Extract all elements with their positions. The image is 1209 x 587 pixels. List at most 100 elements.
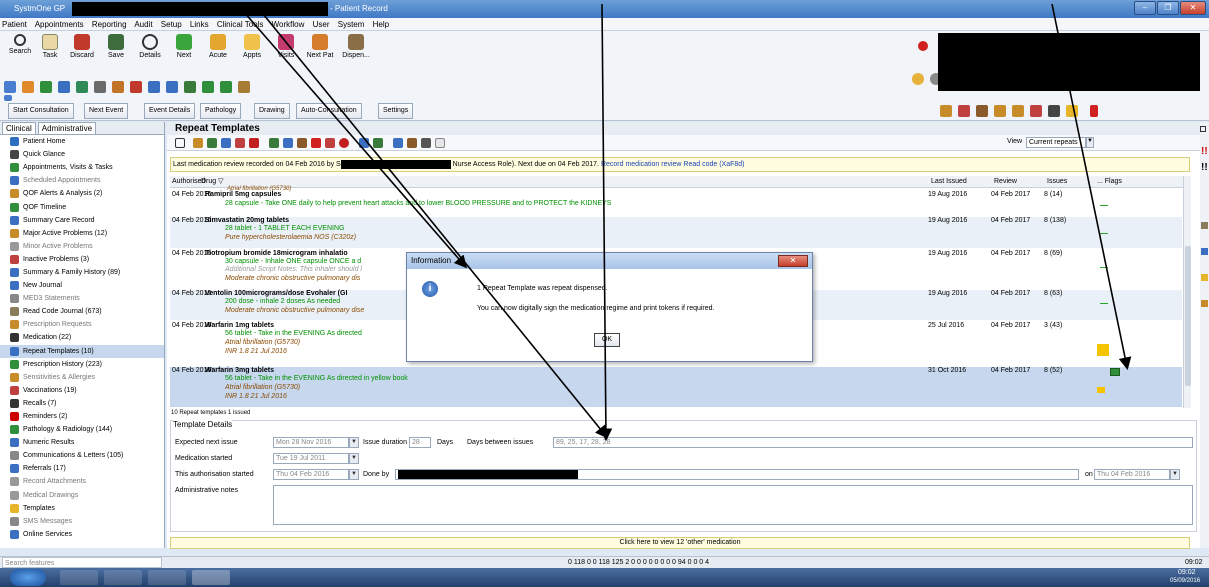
tab-clinical[interactable]: Clinical: [2, 122, 36, 134]
menu-workflow[interactable]: Workflow: [272, 20, 305, 29]
col-last-issued[interactable]: Last Issued: [931, 176, 967, 188]
sidebar-item[interactable]: New Journal: [0, 279, 164, 292]
small-toolbar-icon[interactable]: [112, 81, 124, 93]
sidebar-item[interactable]: Pathology & Radiology (144): [0, 423, 164, 436]
menu-help[interactable]: Help: [373, 20, 389, 29]
tab-pathology[interactable]: Pathology: [200, 103, 242, 119]
small-toolbar-icon[interactable]: [40, 81, 52, 93]
sidebar-item[interactable]: QOF Alerts & Analysis (2): [0, 187, 164, 200]
alert-icon[interactable]: [918, 41, 928, 51]
sidebar-item[interactable]: QOF Timeline: [0, 200, 164, 213]
small-toolbar-icon[interactable]: [4, 81, 16, 93]
menu-patient[interactable]: Patient: [2, 20, 27, 29]
tool-icon[interactable]: [1012, 105, 1024, 117]
next-patient-button[interactable]: Next Pat: [300, 31, 340, 59]
menu-audit[interactable]: Audit: [134, 20, 152, 29]
sidebar-item[interactable]: Medication (22): [0, 331, 164, 344]
start-button[interactable]: [10, 569, 46, 586]
chevron-down-icon[interactable]: ▼: [349, 437, 359, 448]
table-row-selected[interactable]: 04 Feb 2016 Warfarin 3mg tablets 56 tabl…: [170, 367, 1182, 407]
tool-icon[interactable]: [976, 105, 988, 117]
tool-icon[interactable]: [207, 138, 217, 148]
small-toolbar-icon[interactable]: [22, 81, 34, 93]
tool-icon[interactable]: [421, 138, 431, 148]
chevron-down-icon[interactable]: ▼: [349, 453, 359, 464]
checkbox-icon[interactable]: [175, 138, 185, 148]
menu-user[interactable]: User: [313, 20, 330, 29]
play-icon[interactable]: [311, 138, 321, 148]
menu-links[interactable]: Links: [190, 20, 209, 29]
sidebar-item[interactable]: Summary Care Record: [0, 214, 164, 227]
ok-button[interactable]: OK: [594, 333, 620, 347]
tool-icon[interactable]: [359, 138, 369, 148]
small-toolbar-icon[interactable]: [184, 81, 196, 93]
menu-reporting[interactable]: Reporting: [92, 20, 127, 29]
alert-icon[interactable]: !!: [1201, 162, 1208, 173]
taskbar-ie-icon[interactable]: [60, 570, 98, 585]
menu-system[interactable]: System: [338, 20, 365, 29]
menu-setup[interactable]: Setup: [161, 20, 182, 29]
col-review[interactable]: Review: [994, 176, 1017, 188]
sidebar-item[interactable]: Major Active Problems (12): [0, 227, 164, 240]
tab-auto-consultation[interactable]: Auto-Consultation: [296, 103, 362, 119]
small-toolbar-icon[interactable]: [94, 81, 106, 93]
table-row[interactable]: 04 Feb 2016 Ramipril 5mg capsules 28 cap…: [170, 191, 1182, 215]
dialog-close-button[interactable]: ✕: [778, 255, 808, 267]
record-review-link[interactable]: Record medication review Read code (XaF8…: [601, 161, 745, 168]
stop-icon[interactable]: [1090, 105, 1098, 117]
scrollbar-thumb[interactable]: [1185, 246, 1191, 386]
pen-icon[interactable]: [193, 138, 203, 148]
tool-icon[interactable]: [373, 138, 383, 148]
sidebar-item[interactable]: Communications & Letters (105): [0, 449, 164, 462]
tool-icon[interactable]: [1030, 105, 1042, 117]
sidebar-item[interactable]: Minor Active Problems: [0, 240, 164, 253]
sidebar-item[interactable]: Medical Drawings: [0, 489, 164, 502]
col-flags[interactable]: ... Flags: [1097, 176, 1122, 188]
tab-start-consultation[interactable]: Start Consultation: [8, 103, 74, 119]
sidebar-item[interactable]: Prescription Requests: [0, 318, 164, 331]
search-features-input[interactable]: Search features: [2, 557, 162, 568]
small-toolbar-icon[interactable]: [220, 81, 232, 93]
expected-next-issue-field[interactable]: Mon 28 Nov 2016: [273, 437, 349, 448]
sidebar-item[interactable]: Inactive Problems (3): [0, 253, 164, 266]
right-toolbar-icon[interactable]: [912, 73, 924, 85]
small-toolbar-icon[interactable]: [76, 81, 88, 93]
tool-icon[interactable]: [269, 138, 279, 148]
issue-duration-field[interactable]: 28: [409, 437, 431, 448]
taskbar-app-icon[interactable]: [148, 570, 186, 585]
small-toolbar-icon[interactable]: [148, 81, 160, 93]
tool-icon[interactable]: [221, 138, 231, 148]
maximize-button[interactable]: ❐: [1157, 1, 1179, 15]
chevron-down-icon[interactable]: ▼: [349, 469, 359, 480]
tab-administrative[interactable]: Administrative: [37, 122, 97, 134]
sidebar-item[interactable]: Recalls (7): [0, 397, 164, 410]
col-drug[interactable]: Drug ▽: [201, 176, 224, 188]
sidebar-item[interactable]: Read Code Journal (673): [0, 305, 164, 318]
info-icon[interactable]: [393, 138, 403, 148]
small-toolbar-icon[interactable]: [202, 81, 214, 93]
tool-icon[interactable]: [994, 105, 1006, 117]
sidebar-item[interactable]: Prescription History (223): [0, 358, 164, 371]
tool-icon[interactable]: [1066, 105, 1078, 117]
tool-icon[interactable]: [407, 138, 417, 148]
tool-icon[interactable]: [339, 138, 349, 148]
tool-icon[interactable]: [1048, 105, 1060, 117]
sidebar-item[interactable]: Repeat Templates (10): [0, 344, 164, 358]
col-issues[interactable]: Issues: [1047, 176, 1067, 188]
sidebar-item[interactable]: Vaccinations (19): [0, 384, 164, 397]
sidebar-item[interactable]: Patient Home: [0, 135, 164, 148]
tab-event-details[interactable]: Event Details: [144, 103, 196, 119]
tool-icon[interactable]: [958, 105, 970, 117]
taskbar-systmone-icon[interactable]: [192, 570, 230, 585]
small-toolbar-icon[interactable]: [58, 81, 70, 93]
admin-notes-field[interactable]: [273, 485, 1193, 525]
sidebar-item[interactable]: Appointments, Visits & Tasks: [0, 161, 164, 174]
sidebar-item[interactable]: Reminders (2): [0, 410, 164, 423]
tool-icon[interactable]: [297, 138, 307, 148]
sidebar-item[interactable]: Online Services: [0, 528, 164, 541]
tool-icon[interactable]: [435, 138, 445, 148]
other-medication-bar[interactable]: Click here to view 12 'other' medication: [170, 537, 1190, 549]
small-toolbar-icon[interactable]: [166, 81, 178, 93]
sidebar-item[interactable]: Templates: [0, 502, 164, 515]
tool-icon[interactable]: [235, 138, 245, 148]
